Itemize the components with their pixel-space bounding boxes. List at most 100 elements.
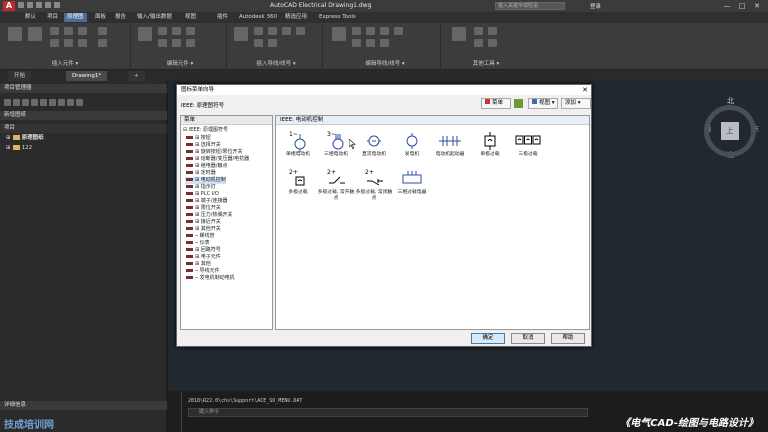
tree-item-root[interactable]: ⊟ IEEE: 原理图符号 <box>183 127 228 134</box>
edit-component-icon[interactable] <box>138 27 152 41</box>
project-item[interactable]: ⊞ 原理图纸 <box>6 134 44 142</box>
tree-item[interactable]: ⊞ 选择开关 <box>185 142 221 149</box>
tree-item[interactable]: ⊞ 继电器/触点 <box>185 163 227 170</box>
ribbon-tool-icon[interactable] <box>254 27 263 35</box>
new-icon[interactable] <box>18 2 24 8</box>
ribbon-tool-icon[interactable] <box>366 27 375 35</box>
ribbon-tool-icon[interactable] <box>64 27 73 35</box>
tab-panel[interactable]: 面板 <box>92 13 109 22</box>
ribbon-tool-icon[interactable] <box>254 39 263 47</box>
search-input[interactable]: 键入关键字或短语 <box>495 2 565 10</box>
viewcube-top-face[interactable]: 上 <box>721 122 739 140</box>
tree-item[interactable]: ⊞ 定时器 <box>185 170 216 177</box>
tree-item[interactable]: ⊞ PLC I/O <box>185 191 219 198</box>
ok-button[interactable]: 确定 <box>471 333 505 344</box>
ribbon-tool-icon[interactable] <box>50 39 59 47</box>
settings-icon[interactable] <box>40 99 47 106</box>
symbol-single-phase-motor[interactable]: 1~ 单相电动机 <box>278 128 318 166</box>
ribbon-tool-icon[interactable] <box>352 27 361 35</box>
tree-item[interactable]: ⊞ 限位开关 <box>185 205 221 212</box>
sign-in-button[interactable]: 登录 <box>590 2 601 10</box>
tab-express-tools[interactable]: Express Tools <box>316 13 359 22</box>
tree-item[interactable]: ⊞ 其他开关 <box>185 226 221 233</box>
tree-item[interactable]: ─ 仪表 <box>185 240 210 247</box>
tab-reports[interactable]: 报告 <box>112 13 129 22</box>
dialog-close-button[interactable]: ✕ <box>582 85 588 95</box>
ribbon-tool-icon[interactable] <box>380 27 389 35</box>
tree-item[interactable]: ⊞ 按钮 <box>185 135 211 142</box>
ribbon-tool-icon[interactable] <box>50 27 59 35</box>
undo-icon[interactable] <box>45 2 51 8</box>
tree-item[interactable]: ⊞ 其他 <box>185 261 211 268</box>
tree-item[interactable]: ⊞ 旋转按钮/限位开关 <box>185 149 242 156</box>
ribbon-tool-icon[interactable] <box>282 27 291 35</box>
ribbon-tool-icon[interactable] <box>366 39 375 47</box>
menu-toggle-button[interactable]: 菜单 <box>481 98 511 109</box>
symbol-generator[interactable]: 发电机 <box>392 128 432 166</box>
panel-other-tools[interactable]: 其他工具 ▾ <box>456 60 516 69</box>
new-drawing-header[interactable]: 新增图纸 <box>0 111 167 120</box>
ribbon-tool-icon[interactable] <box>78 27 87 35</box>
ribbon-tool-icon[interactable] <box>296 27 305 35</box>
ribbon-tool-icon[interactable] <box>380 39 389 47</box>
up-level-icon[interactable] <box>514 99 523 108</box>
ribbon-tool-icon[interactable] <box>98 39 107 47</box>
ribbon-tool-icon[interactable] <box>158 39 167 47</box>
open-project-icon[interactable] <box>4 99 11 106</box>
insert-wire-icon[interactable] <box>234 27 248 41</box>
ribbon-tool-icon[interactable] <box>64 39 73 47</box>
ribbon-tool-icon[interactable] <box>474 39 483 47</box>
tree-item[interactable]: ⊞ 电子元件 <box>185 254 221 261</box>
symbol-motor-starter[interactable]: 电动机起动器 <box>430 128 470 166</box>
new-project-icon[interactable] <box>13 99 20 106</box>
ribbon-tool-icon[interactable] <box>268 27 277 35</box>
task-icon[interactable] <box>49 99 56 106</box>
cancel-button[interactable]: 取消 <box>511 333 545 344</box>
symbol-dc-motor[interactable]: 直流电动机 <box>354 128 394 166</box>
ribbon-tool-icon[interactable] <box>78 39 87 47</box>
details-header[interactable]: 详细信息 <box>0 401 167 410</box>
tab-drawing1[interactable]: Drawing1* <box>66 71 108 81</box>
panel-insert-wires[interactable]: 插入导线/线号 ▾ <box>236 60 316 69</box>
tree-item[interactable]: ⊞ 压力/热偶开关 <box>185 212 232 219</box>
panel-edit-wires[interactable]: 编辑导线/线号 ▾ <box>340 60 430 69</box>
ribbon-tool-icon[interactable] <box>158 27 167 35</box>
icon-menu-icon[interactable] <box>28 27 42 41</box>
ribbon-tool-icon[interactable] <box>186 27 195 35</box>
minimize-button[interactable]: — <box>720 1 734 11</box>
help-button[interactable]: 帮助 <box>551 333 585 344</box>
tree-item[interactable]: ⊞ 接近开关 <box>185 219 221 226</box>
panel-edit-components[interactable]: 编辑元件 ▾ <box>140 60 220 69</box>
tab-schematic[interactable]: 原理图 <box>64 13 87 22</box>
symbol-single-pole-overload[interactable]: 单极过载 <box>470 128 510 166</box>
new-drawing-icon[interactable] <box>22 99 29 106</box>
tree-item[interactable]: ⊞ 熔断器/变压器/电抗器 <box>185 156 249 163</box>
tree-item[interactable]: ─ 导线元件 <box>185 268 220 275</box>
tab-project[interactable]: 项目 <box>44 13 61 22</box>
ribbon-tool-icon[interactable] <box>488 27 497 35</box>
tab-featured-apps[interactable]: 精选应用 <box>282 13 310 22</box>
ribbon-tool-icon[interactable] <box>352 39 361 47</box>
publish-icon[interactable] <box>67 99 74 106</box>
tab-default[interactable]: 默认 <box>22 13 39 22</box>
ribbon-tool-icon[interactable] <box>186 39 195 47</box>
tab-autodesk360[interactable]: Autodesk 360 <box>236 13 280 22</box>
ribbon-tool-icon[interactable] <box>268 39 277 47</box>
help-icon[interactable] <box>76 99 83 106</box>
symbol-three-phase-overload[interactable]: 三相过载电器 <box>392 166 432 204</box>
tree-item[interactable]: ─ 螺线管 <box>185 233 215 240</box>
ribbon-tool-icon[interactable] <box>98 27 107 35</box>
viewcube[interactable]: 上 <box>704 105 756 157</box>
symbol-multi-pole-overload-no[interactable]: 2+ 多极过载, 常开触点 <box>316 166 356 204</box>
tree-item[interactable]: ⊞ 指示灯 <box>185 184 216 191</box>
ribbon-tool-icon[interactable] <box>474 27 483 35</box>
maximize-button[interactable]: □ <box>735 1 749 11</box>
autocad-logo-icon[interactable]: A <box>3 1 15 11</box>
insert-component-icon[interactable] <box>8 27 22 41</box>
command-input[interactable]: 键入命令 <box>188 408 588 417</box>
tab-start[interactable]: 开始 <box>8 71 32 81</box>
tab-addins[interactable]: 插件 <box>214 13 231 22</box>
save-icon[interactable] <box>36 2 42 8</box>
tab-view[interactable]: 视图 <box>182 13 199 22</box>
symbol-multi-pole-overload-nc[interactable]: 2+ 多极过载, 常闭触点 <box>354 166 394 204</box>
